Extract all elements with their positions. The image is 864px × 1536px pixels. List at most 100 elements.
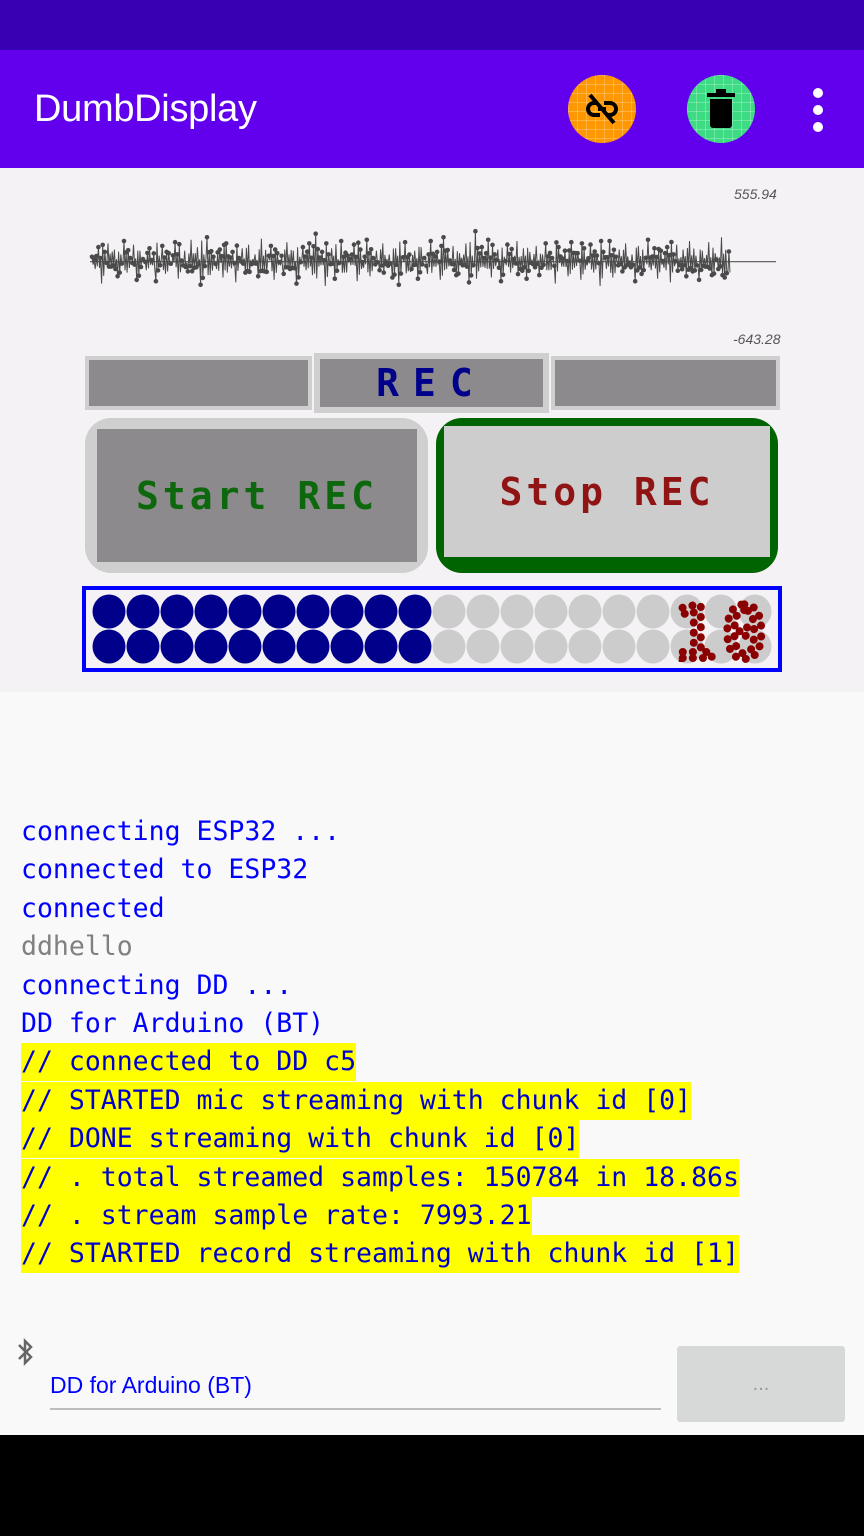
waveform-point bbox=[145, 250, 150, 256]
waveform-point bbox=[436, 259, 442, 264]
waveform-point bbox=[479, 244, 485, 250]
waveform-point bbox=[645, 237, 651, 243]
progress-dot-filled bbox=[160, 594, 194, 629]
log-line: DD for Arduino (BT) bbox=[21, 1008, 325, 1039]
waveform-point bbox=[677, 263, 683, 268]
waveform-point bbox=[296, 275, 301, 280]
waveform-point bbox=[398, 271, 404, 276]
progress-dot-empty bbox=[636, 594, 670, 629]
waveform-point bbox=[641, 267, 646, 273]
waveform-point bbox=[417, 270, 423, 275]
clear-button[interactable] bbox=[687, 75, 755, 143]
progress-dot-filled bbox=[160, 629, 194, 664]
dumbdisplay-area: 555.94 -643.28 REC Start REC Stop REC 10 bbox=[0, 168, 864, 692]
waveform-point bbox=[309, 255, 314, 261]
waveform-point bbox=[187, 263, 193, 269]
disconnect-button[interactable] bbox=[568, 75, 636, 143]
waveform-point bbox=[183, 264, 188, 270]
waveform-point bbox=[649, 254, 655, 259]
waveform-point bbox=[330, 261, 336, 266]
waveform-point bbox=[564, 258, 570, 264]
waveform-point bbox=[694, 263, 700, 268]
waveform-point bbox=[377, 267, 382, 273]
waveform-point bbox=[464, 264, 470, 269]
waveform-point bbox=[174, 252, 180, 257]
waveform-point bbox=[162, 255, 167, 260]
stop-rec-button[interactable]: Stop REC bbox=[436, 418, 778, 573]
waveform-point bbox=[575, 250, 580, 256]
link-off-icon bbox=[586, 93, 618, 125]
progress-dot-empty bbox=[602, 594, 636, 629]
waveform-point bbox=[547, 250, 553, 256]
waveform-point bbox=[471, 263, 476, 268]
waveform-point bbox=[492, 252, 497, 257]
waveform-point bbox=[560, 256, 566, 262]
waveform-point bbox=[302, 254, 308, 259]
waveform-point bbox=[607, 238, 612, 244]
waveform-point bbox=[132, 262, 137, 267]
lcd-right bbox=[551, 356, 780, 410]
waveform-point bbox=[336, 260, 342, 266]
waveform-point bbox=[581, 246, 587, 251]
log-line: // connected to DD c5 bbox=[21, 1043, 357, 1082]
waveform-point bbox=[234, 243, 240, 248]
waveform-point bbox=[598, 238, 604, 244]
progress-dot-filled bbox=[262, 629, 296, 664]
waveform-point bbox=[232, 260, 237, 266]
waveform-point bbox=[630, 262, 636, 268]
progress-dot-filled bbox=[364, 594, 398, 629]
waveform-point bbox=[579, 241, 585, 246]
waveform-point bbox=[317, 255, 323, 260]
waveform-point bbox=[298, 259, 304, 265]
waveform-point bbox=[160, 243, 165, 249]
status-bar bbox=[0, 0, 864, 50]
more-menu-button[interactable] bbox=[800, 88, 836, 132]
waveform-point bbox=[356, 240, 361, 245]
waveform-point bbox=[313, 231, 319, 236]
stop-rec-label: Stop REC bbox=[499, 469, 715, 514]
progress-dot-empty bbox=[466, 629, 500, 664]
waveform-point bbox=[321, 257, 327, 263]
waveform-point bbox=[168, 261, 174, 266]
progress-dot-filled bbox=[262, 594, 296, 629]
waveform-point bbox=[556, 244, 561, 250]
waveform-point bbox=[577, 258, 583, 264]
waveform-point bbox=[94, 253, 99, 259]
waveform-point bbox=[370, 255, 376, 261]
waveform-point bbox=[213, 261, 218, 267]
progress-dot-empty bbox=[500, 594, 534, 629]
waveform-point bbox=[332, 276, 338, 281]
waveform-point bbox=[675, 268, 681, 273]
waveform-point bbox=[419, 262, 425, 267]
connection-options-button[interactable]: ... bbox=[677, 1346, 845, 1422]
waveform-point bbox=[364, 237, 370, 243]
waveform-point bbox=[304, 249, 310, 254]
waveform-point bbox=[362, 254, 368, 260]
waveform-point bbox=[511, 256, 517, 262]
waveform-point bbox=[275, 250, 280, 256]
waveform-point bbox=[485, 237, 491, 243]
log-line: connecting ESP32 ... bbox=[21, 816, 341, 847]
waveform-point bbox=[466, 280, 472, 285]
waveform-point bbox=[324, 241, 329, 246]
waveform-point bbox=[726, 249, 732, 254]
waveform-point bbox=[179, 258, 184, 263]
start-rec-button[interactable]: Start REC bbox=[85, 418, 428, 573]
waveform-point bbox=[268, 243, 274, 249]
log-line: // DONE streaming with chunk id [0] bbox=[21, 1120, 580, 1159]
waveform-point bbox=[601, 249, 606, 255]
device-name-field[interactable]: DD for Arduino (BT) bbox=[50, 1362, 661, 1410]
waveform-point bbox=[155, 268, 161, 273]
waveform-point bbox=[613, 254, 619, 260]
waveform-point bbox=[698, 267, 704, 273]
waveform-point bbox=[172, 239, 178, 245]
waveform-point bbox=[409, 266, 414, 272]
waveform-point bbox=[381, 270, 387, 275]
progress-dot-filled bbox=[228, 594, 262, 629]
waveform-point bbox=[151, 251, 157, 256]
waveform-point bbox=[311, 244, 316, 249]
waveform-point bbox=[185, 269, 191, 274]
waveform-point bbox=[664, 244, 670, 250]
waveform-point bbox=[588, 242, 593, 247]
app-title: DumbDisplay bbox=[34, 88, 257, 130]
